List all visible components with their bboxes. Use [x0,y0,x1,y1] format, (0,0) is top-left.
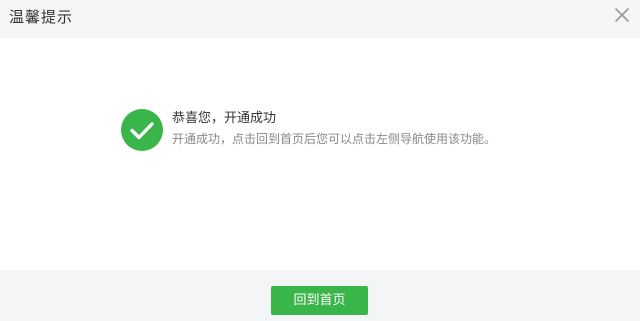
dialog-header: 温馨提示 [0,0,640,38]
close-button[interactable] [612,5,632,25]
success-message-title: 恭喜您，开通成功 [172,111,277,126]
close-icon [615,8,629,22]
dialog-title: 温馨提示 [9,8,74,26]
check-circle-icon [121,109,163,151]
success-dialog: 温馨提示 恭喜您，开通成功 开通成功，点击回到首页后您可以点击左侧导航使用该功能… [0,0,640,321]
dialog-body: 恭喜您，开通成功 开通成功，点击回到首页后您可以点击左侧导航使用该功能。 [0,38,640,270]
dialog-footer: 回到首页 [0,270,640,321]
success-message-description: 开通成功，点击回到首页后您可以点击左侧导航使用该功能。 [172,132,497,146]
back-to-home-button[interactable]: 回到首页 [271,286,368,315]
